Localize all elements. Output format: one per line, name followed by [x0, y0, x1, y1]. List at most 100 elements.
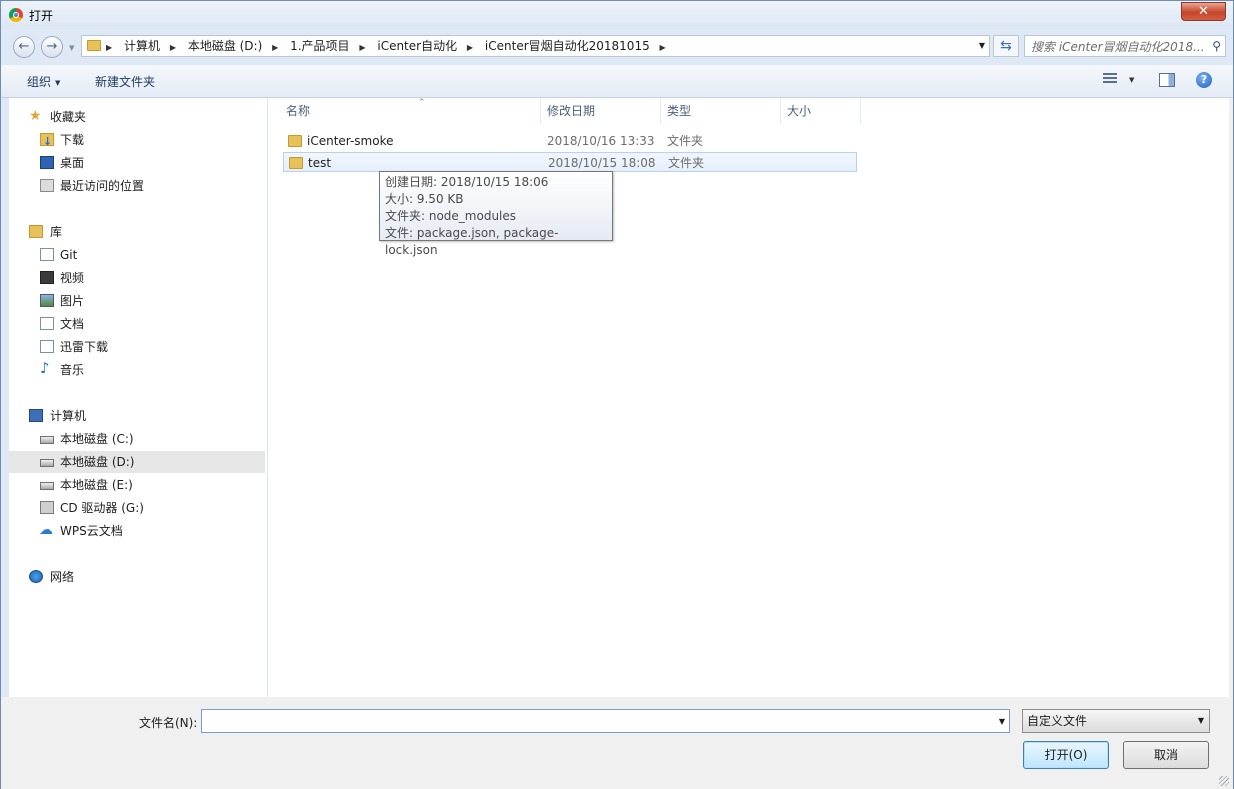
file-name: test: [308, 156, 332, 170]
downloads-folder-icon: [40, 131, 54, 153]
breadcrumb-item[interactable]: 计算机: [124, 38, 160, 54]
sort-ascending-icon: ⌃: [418, 98, 426, 108]
column-header-type[interactable]: 类型: [661, 98, 781, 124]
view-list-icon[interactable]: [1103, 73, 1117, 85]
command-toolbar: 组织 ▼ 新建文件夹 ▼ ?: [1, 65, 1233, 98]
sidebar-item-label: 下载: [60, 133, 85, 147]
sidebar-item-label: 计算机: [50, 409, 87, 423]
open-file-dialog: 打开 ✕ ← → ▼ ▶ 计算机 ▶ 本地磁盘 (D:) ▶ 1.产品项目 ▶ …: [0, 0, 1234, 789]
sidebar-item-label: 图片: [60, 294, 85, 308]
address-bar[interactable]: ▶ 计算机 ▶ 本地磁盘 (D:) ▶ 1.产品项目 ▶ iCenter自动化 …: [81, 35, 990, 57]
folder-icon: [288, 135, 302, 147]
hard-drive-icon: [40, 482, 54, 490]
breadcrumb-separator-icon[interactable]: ▶: [467, 40, 473, 56]
vertical-scrollbar[interactable]: [1229, 98, 1233, 697]
folder-icon: [289, 157, 303, 169]
chrome-icon: [9, 8, 23, 22]
music-note-icon: ♪: [40, 359, 50, 377]
sidebar-item-network[interactable]: 网络: [9, 566, 265, 588]
sidebar-item-videos[interactable]: 视频: [9, 267, 265, 289]
folder-info-tooltip: 创建日期: 2018/10/15 18:06 大小: 9.50 KB 文件夹: …: [379, 171, 613, 257]
sidebar-item-label: 库: [50, 225, 63, 239]
breadcrumb-item[interactable]: 1.产品项目: [290, 38, 349, 54]
sidebar-item-label: WPS云文档: [60, 524, 123, 538]
sidebar-item-computer[interactable]: 计算机: [9, 405, 265, 427]
sidebar-item-recent-places[interactable]: 最近访问的位置: [9, 175, 265, 197]
recent-locations-chevron-icon[interactable]: ▼: [69, 44, 74, 52]
network-globe-icon: [29, 570, 43, 583]
breadcrumb-separator-icon[interactable]: ▶: [170, 40, 176, 56]
filename-label: 文件名(N):: [139, 716, 198, 730]
file-row[interactable]: iCenter-smoke 2018/10/16 13:33 文件夹: [283, 131, 857, 151]
file-row[interactable]: test 2018/10/15 18:08 文件夹: [283, 152, 857, 172]
breadcrumb-item[interactable]: 本地磁盘 (D:): [188, 38, 262, 54]
column-header-size[interactable]: 大小: [781, 98, 861, 124]
organize-label: 组织: [27, 75, 52, 89]
sidebar-item-wps-cloud[interactable]: ☁ WPS云文档: [9, 520, 265, 542]
cancel-button[interactable]: 取消: [1123, 741, 1209, 769]
refresh-button[interactable]: ⇆: [993, 35, 1019, 57]
breadcrumb-separator-icon[interactable]: ▶: [106, 40, 112, 56]
forward-button[interactable]: →: [41, 36, 63, 58]
picture-icon: [40, 294, 54, 307]
chevron-down-icon: ▼: [55, 78, 61, 87]
sidebar-item-label: Git: [60, 248, 78, 262]
sidebar-item-favorites[interactable]: ★ 收藏夹: [9, 106, 265, 128]
search-icon[interactable]: ⚲: [1212, 39, 1221, 53]
breadcrumb-item[interactable]: iCenter冒烟自动化20181015: [485, 38, 650, 54]
navigation-pane: ★ 收藏夹 下载 桌面 最近访问的位置 库 Git 视频 图片: [9, 98, 268, 697]
sidebar-item-label: 迅雷下载: [60, 340, 109, 354]
help-icon[interactable]: ?: [1196, 72, 1212, 88]
file-type-select[interactable]: 自定义文件 ▼: [1022, 709, 1210, 733]
refresh-icon: ⇆: [1000, 38, 1012, 54]
sidebar-item-documents[interactable]: 文档: [9, 313, 265, 335]
sidebar-item-cd-drive[interactable]: CD 驱动器 (G:): [9, 497, 265, 519]
sidebar-item-label: 视频: [60, 271, 85, 285]
organize-button[interactable]: 组织 ▼: [27, 73, 60, 90]
breadcrumb: ▶ 计算机 ▶ 本地磁盘 (D:) ▶ 1.产品项目 ▶ iCenter自动化 …: [106, 38, 674, 56]
breadcrumb-separator-icon[interactable]: ▶: [359, 40, 365, 56]
preview-pane-icon[interactable]: [1159, 73, 1175, 87]
chevron-down-icon[interactable]: ▼: [999, 717, 1005, 726]
sidebar-item-drive-c[interactable]: 本地磁盘 (C:): [9, 428, 265, 450]
file-type: 文件夹: [668, 156, 705, 170]
sidebar-item-desktop[interactable]: 桌面: [9, 152, 265, 174]
file-type-value: 自定义文件: [1027, 714, 1088, 728]
search-box[interactable]: ⚲: [1024, 35, 1226, 57]
new-folder-button[interactable]: 新建文件夹: [95, 73, 155, 90]
breadcrumb-separator-icon[interactable]: ▶: [660, 40, 666, 56]
open-button[interactable]: 打开(O): [1023, 741, 1109, 769]
star-icon: ★: [29, 108, 42, 124]
sidebar-item-drive-d[interactable]: 本地磁盘 (D:): [9, 451, 265, 473]
chevron-down-icon: ▼: [1197, 716, 1204, 725]
thunder-download-icon: [40, 340, 54, 353]
search-input[interactable]: [1029, 37, 1208, 57]
filename-input[interactable]: [205, 712, 989, 732]
folder-icon: [87, 40, 101, 51]
breadcrumb-item[interactable]: iCenter自动化: [377, 38, 457, 54]
sidebar-item-drive-e[interactable]: 本地磁盘 (E:): [9, 474, 265, 496]
sidebar-item-music[interactable]: ♪ 音乐: [9, 359, 265, 381]
libraries-icon: [29, 225, 43, 238]
column-header-modified[interactable]: 修改日期: [541, 98, 661, 124]
desktop-icon: [40, 156, 54, 169]
resize-grip-icon[interactable]: [1219, 776, 1229, 786]
breadcrumb-separator-icon[interactable]: ▶: [272, 40, 278, 56]
hard-drive-icon: [40, 459, 54, 467]
sidebar-item-downloads[interactable]: 下载: [9, 129, 265, 153]
filename-combobox[interactable]: ▼: [201, 709, 1010, 733]
address-dropdown-chevron-icon[interactable]: ▼: [979, 41, 985, 50]
sidebar-item-thunder-downloads[interactable]: 迅雷下载: [9, 336, 265, 358]
window-title: 打开: [29, 9, 54, 23]
sidebar-item-libraries[interactable]: 库: [9, 221, 265, 243]
file-name: iCenter-smoke: [307, 134, 394, 148]
sidebar-item-pictures[interactable]: 图片: [9, 290, 265, 312]
column-header-name[interactable]: 名称 ⌃: [280, 98, 541, 124]
title-bar: 打开 ✕: [1, 1, 1233, 29]
column-header-label: 名称: [286, 104, 311, 118]
sidebar-item-git[interactable]: Git: [9, 244, 265, 266]
video-icon: [40, 271, 54, 284]
close-button[interactable]: ✕: [1181, 2, 1226, 21]
view-options-chevron-icon[interactable]: ▼: [1129, 76, 1134, 84]
back-button[interactable]: ←: [13, 36, 35, 58]
